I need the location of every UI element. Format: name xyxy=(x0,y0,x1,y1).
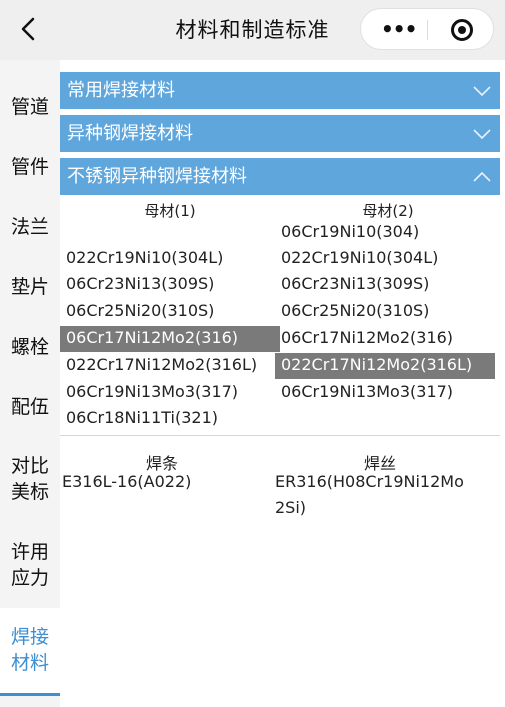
base-metal-1-option[interactable]: 022Cr17Ni12Mo2(316L) xyxy=(60,353,280,379)
base-metal-2-option[interactable]: 06Cr17Ni12Mo2(316) xyxy=(275,326,495,352)
accordion-title: 异种钢焊接材料 xyxy=(67,123,193,144)
base-metal-2-header: 母材(2) xyxy=(362,202,414,220)
sidebar-item-asme-compare[interactable]: 对比美标 xyxy=(0,453,60,505)
base-metal-1-option[interactable]: 022Cr19Ni10(304L) xyxy=(60,246,280,272)
section-divider xyxy=(60,435,500,436)
more-dots-icon[interactable]: ••• xyxy=(381,17,417,41)
filler-wire-value-line2: 2Si) xyxy=(275,498,307,517)
sidebar: 管道 管件 法兰 垫片 螺栓 配伍 对比美标 许用应力 焊接材料 xyxy=(0,60,60,707)
electrode-value: E316L-16(A022) xyxy=(62,472,192,491)
accordion-title: 常用焊接材料 xyxy=(67,80,175,101)
sidebar-item-gasket[interactable]: 垫片 xyxy=(0,274,60,300)
base-metal-1-header: 母材(1) xyxy=(144,202,196,220)
sidebar-item-bolt[interactable]: 螺栓 xyxy=(0,334,60,360)
target-icon[interactable] xyxy=(451,19,473,41)
chevron-up-icon xyxy=(473,171,491,182)
accordion-common-welding[interactable]: 常用焊接材料 xyxy=(60,72,500,109)
navigation-bar: 材料和制造标准 ••• xyxy=(0,0,505,60)
accordion-stainless-dissimilar[interactable]: 不锈钢异种钢焊接材料 xyxy=(60,158,500,195)
sidebar-item-matching[interactable]: 配伍 xyxy=(0,394,60,420)
mini-program-capsule: ••• xyxy=(360,8,494,50)
active-indicator xyxy=(0,693,60,696)
base-metal-1-option-selected[interactable]: 06Cr17Ni12Mo2(316) xyxy=(60,326,280,352)
base-metal-2-option[interactable]: 06Cr19Ni13Mo3(317) xyxy=(275,380,495,406)
chevron-down-icon xyxy=(473,86,491,97)
main-content: 常用焊接材料 异种钢焊接材料 不锈钢异种钢焊接材料 母材(1) 母材(2) 02… xyxy=(60,60,505,707)
sidebar-item-pipe[interactable]: 管道 xyxy=(0,94,60,120)
sidebar-item-allowable-stress[interactable]: 许用应力 xyxy=(0,539,60,591)
sidebar-item-welding-materials[interactable]: 焊接材料 xyxy=(0,608,60,696)
sidebar-item-fittings[interactable]: 管件 xyxy=(0,154,60,180)
accordion-title: 不锈钢异种钢焊接材料 xyxy=(67,166,247,187)
capsule-divider xyxy=(427,20,428,40)
base-metal-1-option[interactable]: 06Cr25Ni20(310S) xyxy=(60,299,280,325)
sidebar-item-flange[interactable]: 法兰 xyxy=(0,214,60,240)
base-metal-2-option-selected[interactable]: 022Cr17Ni12Mo2(316L) xyxy=(275,353,495,379)
base-metal-1-option[interactable]: 06Cr18Ni11Ti(321) xyxy=(60,406,280,432)
base-metal-2-option[interactable]: 06Cr25Ni20(310S) xyxy=(275,299,495,325)
sidebar-item-label: 焊接材料 xyxy=(10,626,49,674)
accordion-dissimilar-steel[interactable]: 异种钢焊接材料 xyxy=(60,115,500,152)
base-metal-2-option[interactable]: 06Cr23Ni13(309S) xyxy=(275,272,495,298)
base-metal-1-option[interactable]: 06Cr23Ni13(309S) xyxy=(60,272,280,298)
filler-wire-value-line1: ER316(H08Cr19Ni12Mo xyxy=(275,472,464,491)
base-metal-1-option[interactable]: 06Cr19Ni13Mo3(317) xyxy=(60,380,280,406)
chevron-down-icon xyxy=(473,129,491,140)
base-metal-2-option[interactable]: 022Cr19Ni10(304L) xyxy=(275,246,495,272)
base-metal-2-option[interactable]: 06Cr19Ni10(304) xyxy=(275,220,495,246)
